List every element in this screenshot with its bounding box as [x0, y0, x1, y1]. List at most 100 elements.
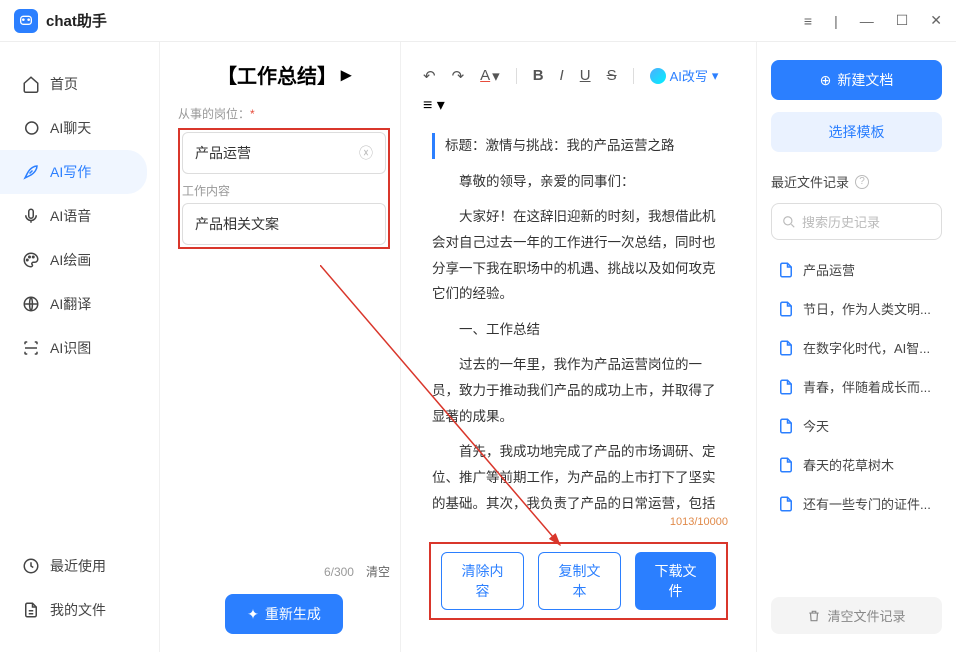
doc-heading: 一、工作总结	[432, 317, 728, 343]
search-icon	[782, 215, 796, 229]
main: 首页 AI聊天 AI写作 AI语音 AI绘画 AI翻译	[0, 42, 956, 652]
help-icon[interactable]: ?	[855, 175, 869, 189]
sidebar-item-myfiles[interactable]: 我的文件	[0, 588, 159, 632]
clear-content-button[interactable]: 清除内容	[441, 552, 524, 610]
underline-button[interactable]: U	[580, 67, 591, 84]
annotation-box-actions: 清除内容 复制文本 下载文件	[429, 542, 728, 620]
menu-icon[interactable]: ≡	[804, 13, 812, 29]
voice-icon	[22, 207, 40, 225]
editor-char-count: 1013/10000	[411, 516, 746, 528]
strike-button[interactable]: S	[607, 67, 617, 84]
sidebar-item-chat[interactable]: AI聊天	[0, 106, 159, 150]
clear-files-button[interactable]: 清空文件记录	[771, 597, 942, 634]
chat-icon	[22, 119, 40, 137]
doc-icon	[777, 495, 795, 513]
sidebar-item-translate[interactable]: AI翻译	[0, 282, 159, 326]
minimize-button[interactable]: —	[860, 13, 874, 29]
font-color-button[interactable]: A ▾	[480, 67, 500, 85]
file-icon	[22, 601, 40, 619]
file-label: 青春，伴随着成长而...	[803, 377, 931, 396]
file-item[interactable]: 春天的花草树木	[771, 447, 942, 482]
palette-icon	[22, 251, 40, 269]
sidebar-item-label: 最近使用	[50, 556, 106, 576]
search-history-input[interactable]: 搜索历史记录	[771, 203, 942, 240]
right-panel: ⊕ 新建文档 选择模板 最近文件记录 ? 搜索历史记录 产品运营 节日，作为人类…	[756, 42, 956, 652]
undo-button[interactable]: ↶	[423, 67, 436, 85]
file-item[interactable]: 产品运营	[771, 252, 942, 287]
file-item[interactable]: 在数字化时代，AI智...	[771, 330, 942, 365]
sidebar: 首页 AI聊天 AI写作 AI语音 AI绘画 AI翻译	[0, 42, 160, 652]
editor-content[interactable]: 标题：激情与挑战：我的产品运营之路 尊敬的领导，亲爱的同事们： 大家好！在这辞旧…	[411, 123, 746, 516]
sidebar-item-label: AI聊天	[50, 118, 91, 138]
doc-icon	[777, 261, 795, 279]
counter-row: 6/300 清空	[178, 563, 390, 580]
new-doc-button[interactable]: ⊕ 新建文档	[771, 60, 942, 100]
editor-panel: ↶ ↷ A ▾ B I U S AI改写 ▾ ≡ ▾ 标题：激情与挑战：我的产品…	[400, 42, 756, 652]
ai-rewrite-button[interactable]: AI改写 ▾	[650, 66, 719, 85]
sidebar-item-vision[interactable]: AI识图	[0, 326, 159, 370]
maximize-button[interactable]: ☐	[896, 12, 909, 29]
prompt-panel: 【工作总结】 ▸ 从事的岗位：* ⓧ 工作内容 产品相关文案 6/300 清空 …	[160, 42, 400, 652]
italic-button[interactable]: I	[560, 67, 564, 84]
content-input[interactable]: 产品相关文案	[182, 203, 386, 245]
file-item[interactable]: 青春，伴随着成长而...	[771, 369, 942, 404]
sidebar-item-recent[interactable]: 最近使用	[0, 544, 159, 588]
sidebar-item-home[interactable]: 首页	[0, 62, 159, 106]
divider: |	[834, 13, 838, 29]
clock-icon	[22, 557, 40, 575]
job-input[interactable]	[195, 145, 359, 161]
file-label: 今天	[803, 416, 829, 435]
file-label: 春天的花草树木	[803, 455, 894, 474]
file-label: 节日，作为人类文明...	[803, 299, 931, 318]
sidebar-item-voice[interactable]: AI语音	[0, 194, 159, 238]
recent-file-list: 产品运营 节日，作为人类文明... 在数字化时代，AI智... 青春，伴随着成长…	[771, 252, 942, 521]
app-title: chat助手	[46, 10, 107, 31]
sidebar-item-label: AI识图	[50, 338, 91, 358]
file-label: 还有一些专门的证件...	[803, 494, 931, 513]
doc-paragraph: 大家好！在这辞旧迎新的时刻，我想借此机会对自己过去一年的工作进行一次总结，同时也…	[432, 204, 728, 307]
feather-icon	[22, 163, 40, 181]
char-counter: 6/300	[324, 565, 354, 579]
sidebar-item-paint[interactable]: AI绘画	[0, 238, 159, 282]
doc-paragraph: 尊敬的领导，亲爱的同事们：	[432, 169, 728, 195]
recent-files-heading: 最近文件记录 ?	[771, 172, 942, 191]
field-label-content: 工作内容	[182, 182, 386, 199]
file-item[interactable]: 节日，作为人类文明...	[771, 291, 942, 326]
copy-text-button[interactable]: 复制文本	[538, 552, 621, 610]
doc-icon	[777, 378, 795, 396]
doc-icon	[777, 417, 795, 435]
file-label: 在数字化时代，AI智...	[803, 338, 930, 357]
job-input-row[interactable]: ⓧ	[182, 132, 386, 174]
redo-button[interactable]: ↷	[452, 67, 465, 85]
select-template-button[interactable]: 选择模板	[771, 112, 942, 152]
clear-link[interactable]: 清空	[366, 563, 390, 580]
doc-icon	[777, 339, 795, 357]
window-controls: ≡ | — ☐ ✕	[804, 12, 942, 29]
sidebar-item-label: AI绘画	[50, 250, 91, 270]
sparkle-icon: ✦	[247, 606, 259, 623]
file-label: 产品运营	[803, 260, 855, 279]
bold-button[interactable]: B	[533, 67, 544, 84]
field-label-job: 从事的岗位：*	[178, 105, 390, 122]
doc-paragraph: 过去的一年里，我作为产品运营岗位的一员，致力于推动我们产品的成功上市，并取得了显…	[432, 352, 728, 429]
sidebar-item-writing[interactable]: AI写作	[0, 150, 147, 194]
regenerate-button[interactable]: ✦ 重新生成	[225, 594, 343, 634]
align-button[interactable]: ≡ ▾	[423, 97, 445, 114]
doc-icon	[777, 300, 795, 318]
translate-icon	[22, 295, 40, 313]
chevron-right-icon[interactable]: ▸	[341, 62, 351, 87]
download-file-button[interactable]: 下载文件	[635, 552, 716, 610]
close-button[interactable]: ✕	[930, 12, 942, 29]
editor-actions: 清除内容 复制文本 下载文件	[411, 528, 746, 634]
titlebar-left: chat助手	[14, 9, 107, 33]
clear-input-icon[interactable]: ⓧ	[359, 143, 373, 163]
titlebar: chat助手 ≡ | — ☐ ✕	[0, 0, 956, 42]
app-logo	[14, 9, 38, 33]
sidebar-item-label: AI翻译	[50, 294, 91, 314]
ai-icon	[650, 68, 666, 84]
sidebar-item-label: AI语音	[50, 206, 91, 226]
editor-toolbar: ↶ ↷ A ▾ B I U S AI改写 ▾	[411, 60, 746, 91]
editor-toolbar-2: ≡ ▾	[411, 91, 746, 123]
file-item[interactable]: 还有一些专门的证件...	[771, 486, 942, 521]
file-item[interactable]: 今天	[771, 408, 942, 443]
